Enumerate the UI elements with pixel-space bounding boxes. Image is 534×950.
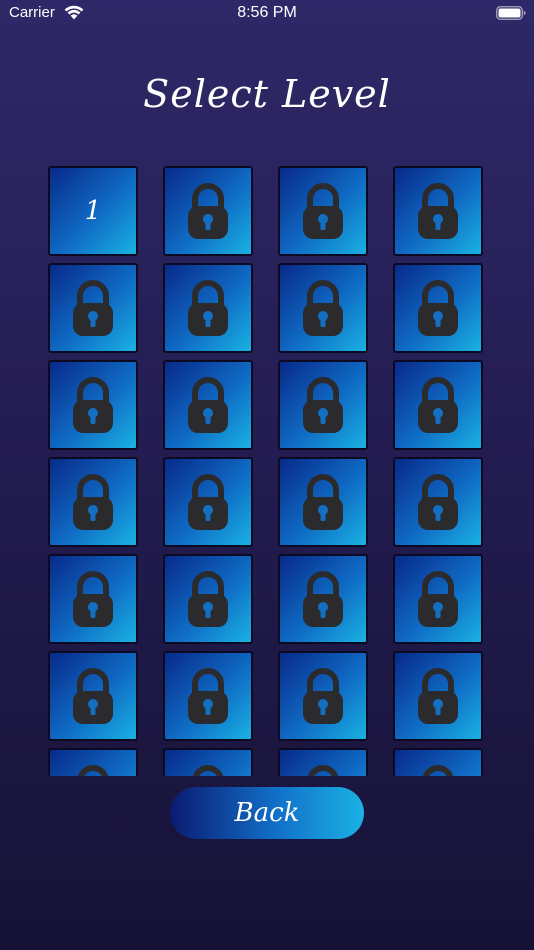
lock-icon <box>188 377 228 433</box>
level-tile-locked[interactable] <box>163 166 253 256</box>
level-tile-locked[interactable] <box>278 651 368 741</box>
lock-icon <box>73 377 113 433</box>
lock-icon <box>73 280 113 336</box>
lock-icon <box>188 668 228 724</box>
lock-icon <box>418 377 458 433</box>
level-tile-locked[interactable] <box>163 263 253 353</box>
battery-icon <box>496 6 526 20</box>
lock-icon <box>188 474 228 530</box>
level-tile-locked[interactable] <box>278 360 368 450</box>
lock-icon <box>188 183 228 239</box>
level-tile-locked[interactable] <box>48 651 138 741</box>
level-tile-locked[interactable] <box>393 651 483 741</box>
level-tile-locked[interactable] <box>393 554 483 644</box>
page-title: Select Level <box>143 72 391 116</box>
lock-icon <box>73 474 113 530</box>
lock-icon <box>192 765 224 776</box>
lock-icon <box>77 765 109 776</box>
level-grid: 1 <box>48 166 488 776</box>
level-tile-locked[interactable] <box>163 651 253 741</box>
level-tile-locked[interactable] <box>163 554 253 644</box>
level-tile-locked[interactable] <box>278 554 368 644</box>
lock-icon <box>422 765 454 776</box>
level-tile-locked[interactable] <box>278 748 368 776</box>
lock-icon <box>418 474 458 530</box>
lock-icon <box>73 571 113 627</box>
level-tile-locked[interactable] <box>48 554 138 644</box>
level-tile[interactable]: 1 <box>48 166 138 256</box>
level-tile-locked[interactable] <box>393 748 483 776</box>
level-tile-locked[interactable] <box>48 360 138 450</box>
lock-icon <box>303 280 343 336</box>
status-bar: Carrier 8:56 PM <box>0 0 534 28</box>
lock-icon <box>418 668 458 724</box>
level-tile-locked[interactable] <box>393 263 483 353</box>
lock-icon <box>303 474 343 530</box>
level-tile-locked[interactable] <box>278 263 368 353</box>
level-tile-locked[interactable] <box>163 360 253 450</box>
level-tile-locked[interactable] <box>48 263 138 353</box>
level-tile-locked[interactable] <box>393 360 483 450</box>
status-time: 8:56 PM <box>237 4 297 21</box>
lock-icon <box>418 571 458 627</box>
level-grid-scroll[interactable]: 1 <box>48 166 488 776</box>
level-tile-locked[interactable] <box>278 166 368 256</box>
level-tile-locked[interactable] <box>48 457 138 547</box>
level-tile-locked[interactable] <box>278 457 368 547</box>
level-tile-locked[interactable] <box>48 748 138 776</box>
lock-icon <box>303 668 343 724</box>
level-tile-locked[interactable] <box>163 457 253 547</box>
back-button[interactable]: Back <box>170 787 364 839</box>
lock-icon <box>73 668 113 724</box>
level-tile-locked[interactable] <box>393 166 483 256</box>
lock-icon <box>303 571 343 627</box>
lock-icon <box>418 183 458 239</box>
lock-icon <box>188 571 228 627</box>
lock-icon <box>303 183 343 239</box>
lock-icon <box>307 765 339 776</box>
lock-icon <box>188 280 228 336</box>
lock-icon <box>418 280 458 336</box>
level-tile-locked[interactable] <box>163 748 253 776</box>
level-number: 1 <box>84 196 102 226</box>
level-tile-locked[interactable] <box>393 457 483 547</box>
lock-icon <box>303 377 343 433</box>
